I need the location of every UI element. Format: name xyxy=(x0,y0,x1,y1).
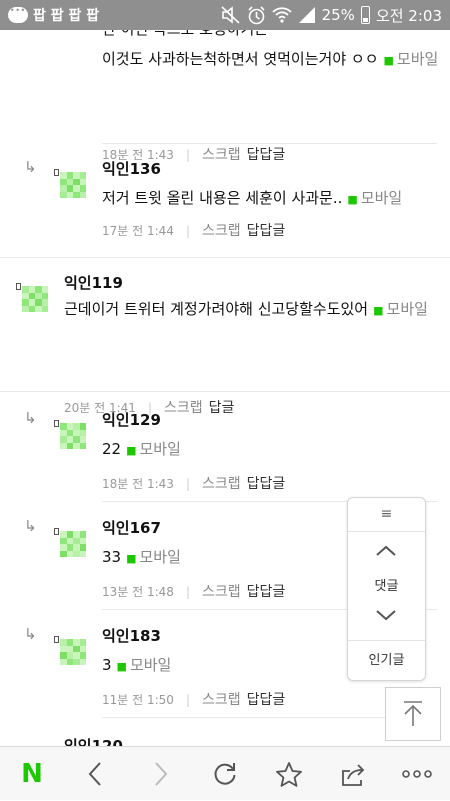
comment-nick[interactable]: 익인136 xyxy=(102,158,161,179)
avatar xyxy=(54,169,86,198)
mobile-dot-icon: ■ xyxy=(347,193,358,206)
reply-arrow-icon: ↳ xyxy=(24,158,37,176)
comment-nick[interactable]: 익인183 xyxy=(102,625,161,646)
forward-button[interactable] xyxy=(136,747,186,801)
refresh-icon xyxy=(214,763,236,785)
comments-nav-label[interactable]: 댓글 xyxy=(348,575,425,594)
share-icon xyxy=(342,764,365,786)
scrap-button[interactable]: 스크랩 xyxy=(202,147,241,163)
comment-meta: 13분 전 1:48 | 스크랩 답답글 xyxy=(102,584,286,600)
mobile-dot-icon: ■ xyxy=(126,552,137,565)
comment-time: 17분 전 1:44 xyxy=(102,224,174,238)
status-right: 25% 오전 2:03 xyxy=(221,5,442,26)
reply-arrow-icon: ↳ xyxy=(24,625,37,643)
mobile-dot-icon: ■ xyxy=(373,304,384,317)
chat-notification-icon xyxy=(8,6,28,23)
battery-icon xyxy=(360,6,370,24)
chevron-down-icon[interactable] xyxy=(374,608,398,624)
more-button[interactable] xyxy=(392,747,442,801)
clock: 오전 2:03 xyxy=(375,6,442,25)
comment-nick[interactable]: 익인119 xyxy=(64,272,123,293)
avatar xyxy=(54,420,86,449)
forward-icon xyxy=(155,762,168,786)
signal-icon xyxy=(298,7,315,23)
reply-button[interactable]: 답글 xyxy=(209,400,235,416)
refresh-button[interactable] xyxy=(200,747,250,801)
comment-nav-panel: ≡ 댓글 인기글 xyxy=(347,497,426,681)
comment-time: 18분 전 1:43 xyxy=(102,477,174,491)
reply-button[interactable]: 답답글 xyxy=(247,476,286,492)
comment-meta: 18분 전 1:43 | 스크랩 답답글 xyxy=(102,476,286,492)
naver-home-button[interactable]: N xyxy=(7,747,57,801)
browser-toolbar: N xyxy=(0,746,450,800)
comment-meta: 17분 전 1:44 | 스크랩 답답글 xyxy=(102,223,286,239)
scrap-button[interactable]: 스크랩 xyxy=(164,400,203,416)
comment-body: 저거 트윗 올린 내용은 세훈이 사과문.. ■ 모바일 xyxy=(102,189,403,207)
share-button[interactable] xyxy=(328,747,378,801)
divider xyxy=(0,257,450,258)
comment-body-partial: 잔 이번 곡으로 호칭하기는 xyxy=(102,30,447,43)
avatar xyxy=(54,528,86,557)
back-button[interactable] xyxy=(70,747,120,801)
reply-arrow-icon: ↳ xyxy=(24,517,37,535)
comment-nick[interactable]: 익인167 xyxy=(102,517,161,538)
mobile-dot-icon: ■ xyxy=(383,54,394,67)
comment-time: 11분 전 1:50 xyxy=(102,693,174,707)
status-left: 팝 팝 팝 팝 xyxy=(8,5,99,25)
scrap-button[interactable]: 스크랩 xyxy=(202,476,241,492)
comment-nick[interactable]: 익인120 xyxy=(64,735,123,746)
scroll-top-button[interactable] xyxy=(385,687,441,741)
reply-button[interactable]: 답답글 xyxy=(247,147,286,163)
reply-button[interactable]: 답답글 xyxy=(247,223,286,239)
app-notification-label: 팝 팝 팝 팝 xyxy=(33,8,100,24)
naver-logo-icon: N xyxy=(21,759,43,789)
reply-button[interactable]: 답답글 xyxy=(247,692,286,708)
bookmark-button[interactable] xyxy=(264,747,314,801)
reply-button[interactable]: 답답글 xyxy=(247,584,286,600)
hamburger-icon[interactable]: ≡ xyxy=(348,498,425,532)
mute-icon xyxy=(221,6,240,24)
wifi-icon xyxy=(271,7,292,23)
chevron-up-icon[interactable] xyxy=(374,542,398,558)
scrap-button[interactable]: 스크랩 xyxy=(202,584,241,600)
avatar xyxy=(54,636,86,665)
mobile-dot-icon: ■ xyxy=(116,660,127,673)
reply-arrow-icon: ↳ xyxy=(24,409,37,427)
comment-time: 13분 전 1:48 xyxy=(102,585,174,599)
comment-body: 근데이거 트위터 계정가려야해 신고당할수도있어 ■ 모바일 xyxy=(64,300,428,318)
scrap-button[interactable]: 스크랩 xyxy=(202,692,241,708)
more-icon xyxy=(402,770,432,778)
avatar xyxy=(16,283,48,312)
status-bar: 팝 팝 팝 팝 25% 오전 2:03 xyxy=(0,0,450,30)
comment-meta: 11분 전 1:50 | 스크랩 답답글 xyxy=(102,692,286,708)
comment-body: 이것도 사과하는척하면서 엿먹이는거야 ㅇㅇ ■ 모바일 xyxy=(102,50,439,68)
back-icon xyxy=(88,762,101,786)
divider xyxy=(102,143,437,144)
battery-percent: 25% xyxy=(321,6,355,24)
comment-body: 22 ■ 모바일 xyxy=(102,440,181,458)
arrow-up-icon xyxy=(404,701,422,726)
comment-nick[interactable]: 익인129 xyxy=(102,409,161,430)
mobile-dot-icon: ■ xyxy=(126,444,137,457)
scrap-button[interactable]: 스크랩 xyxy=(202,223,241,239)
divider xyxy=(0,391,450,392)
alarm-icon xyxy=(248,5,265,24)
star-icon xyxy=(276,762,302,787)
popular-posts-button[interactable]: 인기글 xyxy=(348,640,425,681)
